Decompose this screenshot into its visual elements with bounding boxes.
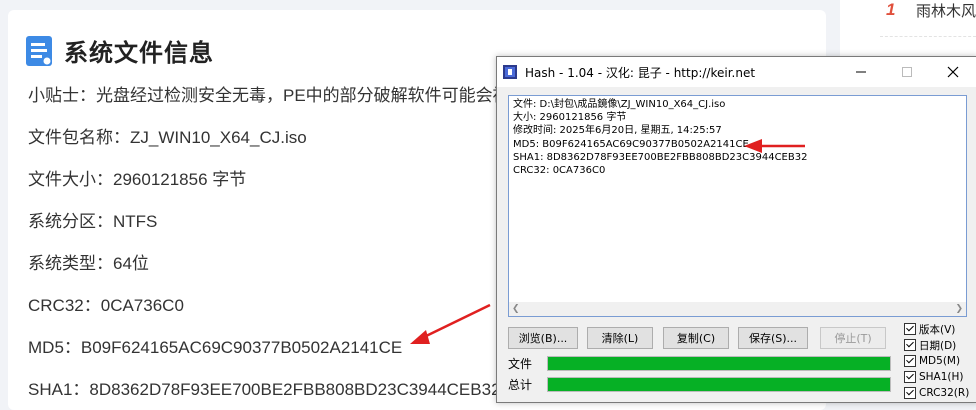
sha1-label: SHA1(H) bbox=[919, 371, 964, 383]
checkbox-checked-icon bbox=[904, 387, 916, 399]
file-progress-fill bbox=[548, 357, 890, 370]
minimize-icon bbox=[856, 71, 866, 73]
filename-line: 文件包名称：ZJ_WIN10_X64_CJ.iso bbox=[28, 128, 307, 147]
stop-button: 停止(T) bbox=[820, 327, 886, 349]
file-progress-label: 文件 bbox=[508, 357, 533, 371]
hash-window: Hash - 1.04 - 汉化: 昆子 - http://keir.net 文… bbox=[496, 56, 976, 403]
output-file: 文件: D:\封包\成品鏡像\ZJ_WIN10_X64_CJ.iso bbox=[513, 99, 726, 110]
systype-line: 系统类型：64位 bbox=[28, 254, 149, 273]
checkbox-checked-icon bbox=[904, 339, 916, 351]
version-checkbox[interactable]: 版本(V) bbox=[904, 321, 969, 337]
date-checkbox[interactable]: 日期(D) bbox=[904, 337, 969, 353]
output-sha1: SHA1: 8D8362D78F93EE700BE2FBB808BD23C394… bbox=[513, 151, 808, 163]
options-checkboxes: 版本(V) 日期(D) MD5(M) SHA1(H) CRC32(R) bbox=[904, 321, 969, 401]
crc32-line: CRC32：0CA736C0 bbox=[28, 296, 184, 315]
sha1-line: SHA1：8D8362D78F93EE700BE2FBB808BD23C3944… bbox=[28, 380, 501, 399]
scroll-right-icon[interactable]: ❯ bbox=[955, 303, 963, 314]
tip-text: 小贴士：光盘经过检测安全无毒，PE中的部分破解软件可能会被 bbox=[28, 86, 510, 105]
window-title: Hash - 1.04 - 汉化: 昆子 - http://keir.net bbox=[525, 65, 756, 80]
hash-app-icon bbox=[503, 65, 517, 79]
filesize-line: 文件大小：2960121856 字节 bbox=[28, 170, 247, 189]
rank-number: 1 bbox=[886, 0, 896, 19]
output-size: 大小: 2960121856 字节 bbox=[513, 112, 627, 124]
file-progress-bar bbox=[547, 356, 891, 371]
clear-button[interactable]: 清除(L) bbox=[587, 327, 653, 349]
crc32-label: CRC32(R) bbox=[919, 387, 970, 399]
horizontal-scrollbar[interactable]: ❮ ❯ bbox=[509, 302, 966, 316]
checkbox-checked-icon bbox=[904, 323, 916, 335]
close-icon bbox=[947, 66, 959, 78]
md5-checkbox[interactable]: MD5(M) bbox=[904, 353, 969, 369]
hash-output-textarea[interactable]: 文件: D:\封包\成品鏡像\ZJ_WIN10_X64_CJ.iso 大小: 2… bbox=[508, 95, 967, 317]
close-button[interactable] bbox=[930, 57, 976, 87]
save-button[interactable]: 保存(S)... bbox=[738, 327, 808, 349]
document-icon bbox=[26, 35, 52, 66]
output-lines: 文件: D:\封包\成品鏡像\ZJ_WIN10_X64_CJ.iso 大小: 2… bbox=[513, 98, 807, 177]
total-progress-label: 总计 bbox=[508, 378, 533, 392]
divider bbox=[880, 36, 976, 37]
total-progress-fill bbox=[548, 378, 890, 391]
minimize-button[interactable] bbox=[838, 57, 884, 87]
page-title: 系统文件信息 bbox=[64, 40, 214, 67]
md5-label: MD5(M) bbox=[919, 355, 961, 367]
scroll-left-icon[interactable]: ❮ bbox=[512, 303, 520, 314]
crc32-checkbox[interactable]: CRC32(R) bbox=[904, 385, 969, 401]
md5-line: MD5：B09F624165AC69C90377B0502A2141CE bbox=[28, 338, 403, 357]
sha1-checkbox[interactable]: SHA1(H) bbox=[904, 369, 969, 385]
total-progress-bar bbox=[547, 377, 891, 392]
sidebar-link[interactable]: 雨林木风 bbox=[916, 0, 976, 21]
checkbox-checked-icon bbox=[904, 371, 916, 383]
date-label: 日期(D) bbox=[919, 339, 957, 352]
copy-button[interactable]: 复制(C) bbox=[663, 327, 729, 349]
title-bar[interactable]: Hash - 1.04 - 汉化: 昆子 - http://keir.net bbox=[497, 57, 976, 87]
version-label: 版本(V) bbox=[919, 323, 956, 336]
checkbox-checked-icon bbox=[904, 355, 916, 367]
browse-button[interactable]: 浏览(B)... bbox=[508, 327, 578, 349]
output-crc32: CRC32: 0CA736C0 bbox=[513, 165, 606, 177]
partition-line: 系统分区：NTFS bbox=[28, 212, 158, 231]
output-md5: MD5: B09F624165AC69C90377B0502A2141CE bbox=[513, 138, 749, 150]
output-mtime: 修改时间: 2025年6月20日, 星期五, 14:25:57 bbox=[513, 125, 722, 137]
maximize-button bbox=[884, 57, 930, 87]
section-header: 系统文件信息 bbox=[26, 33, 214, 68]
maximize-icon bbox=[902, 67, 912, 77]
